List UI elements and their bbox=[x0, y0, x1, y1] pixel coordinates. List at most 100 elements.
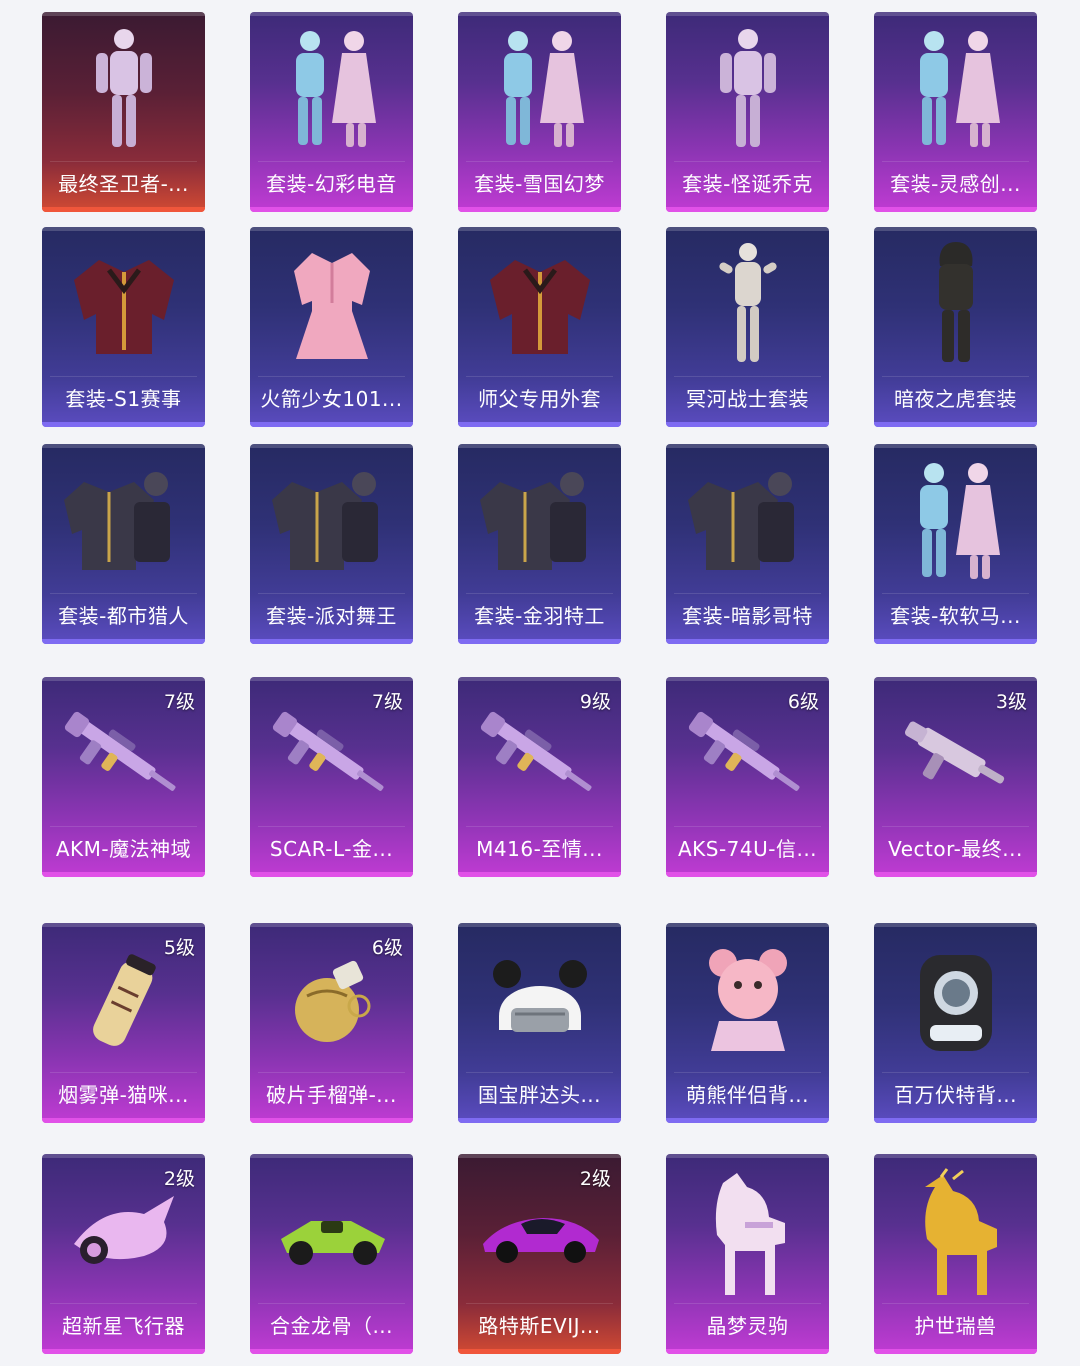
outfit-pair-icon bbox=[458, 20, 621, 160]
item-level: 7级 bbox=[371, 691, 403, 713]
item-label: 国宝胖达头... bbox=[477, 1082, 602, 1107]
item-card[interactable]: 6级 破片手榴弹-... bbox=[250, 923, 413, 1123]
item-label: AKS-74U-信... bbox=[677, 836, 818, 861]
item-row: 套装-都市猎人 套装-派对舞王 套装-金羽特工 套装-暗影哥特 套装-软软马... bbox=[0, 444, 1080, 644]
item-label-bar: 超新星飞行器 bbox=[50, 1303, 197, 1344]
item-card[interactable]: 套装-雪国幻梦 bbox=[458, 12, 621, 212]
item-label: 师父专用外套 bbox=[478, 386, 601, 411]
item-label: 套装-派对舞王 bbox=[266, 603, 397, 628]
item-label-bar: Vector-最终... bbox=[882, 826, 1029, 867]
item-card[interactable]: 护世瑞兽 bbox=[874, 1154, 1037, 1354]
item-label-bar: 冥河战士套装 bbox=[674, 376, 821, 417]
item-label-bar: 套装-软软马... bbox=[882, 593, 1029, 634]
item-label-bar: 国宝胖达头... bbox=[466, 1072, 613, 1113]
item-label: 破片手榴弹-... bbox=[266, 1082, 397, 1107]
outfit-bundle-icon bbox=[666, 452, 829, 592]
item-label-bar: 晶梦灵驹 bbox=[674, 1303, 821, 1344]
item-label: 套装-幻彩电音 bbox=[266, 171, 397, 196]
item-label: 萌熊伴侣背... bbox=[685, 1082, 810, 1107]
outfit-pair-icon bbox=[874, 20, 1037, 160]
jacket-icon bbox=[458, 235, 621, 375]
item-card[interactable]: 套装-金羽特工 bbox=[458, 444, 621, 644]
item-label-bar: 套装-金羽特工 bbox=[466, 593, 613, 634]
outfit-pair-icon bbox=[874, 452, 1037, 592]
item-card[interactable]: 套装-暗影哥特 bbox=[666, 444, 829, 644]
item-label-bar: 烟雾弹-猫咪... bbox=[50, 1072, 197, 1113]
item-card[interactable]: 晶梦灵驹 bbox=[666, 1154, 829, 1354]
item-label: 烟雾弹-猫咪... bbox=[58, 1082, 189, 1107]
item-card[interactable]: 套装-都市猎人 bbox=[42, 444, 205, 644]
item-card[interactable]: 2级 路特斯EVIJ... bbox=[458, 1154, 621, 1354]
item-card[interactable]: 套装-S1赛事 bbox=[42, 227, 205, 427]
item-card[interactable]: 套装-幻彩电音 bbox=[250, 12, 413, 212]
item-label-bar: 百万伏特背... bbox=[882, 1072, 1029, 1113]
item-card[interactable]: 6级 AKS-74U-信... bbox=[666, 677, 829, 877]
item-label-bar: M416-至情... bbox=[466, 826, 613, 867]
item-level: 7级 bbox=[163, 691, 195, 713]
item-label-bar: 护世瑞兽 bbox=[882, 1303, 1029, 1344]
item-label: 套装-S1赛事 bbox=[65, 386, 182, 411]
item-label-bar: AKM-魔法神域 bbox=[50, 826, 197, 867]
item-card[interactable]: 百万伏特背... bbox=[874, 923, 1037, 1123]
item-card[interactable]: 2级超新星飞行器 bbox=[42, 1154, 205, 1354]
item-label-bar: 火箭少女101... bbox=[258, 376, 405, 417]
item-card[interactable]: 合金龙骨（... bbox=[250, 1154, 413, 1354]
item-label-bar: 破片手榴弹-... bbox=[258, 1072, 405, 1113]
item-label: 合金龙骨（... bbox=[269, 1313, 394, 1338]
item-card[interactable]: 火箭少女101... bbox=[250, 227, 413, 427]
item-card[interactable]: 套装-怪诞乔克 bbox=[666, 12, 829, 212]
item-label: 套装-灵感创... bbox=[890, 171, 1021, 196]
outfit-character-icon bbox=[42, 20, 205, 160]
item-label-bar: 套装-都市猎人 bbox=[50, 593, 197, 634]
item-label: 护世瑞兽 bbox=[914, 1313, 997, 1338]
item-label-bar: SCAR-L-金... bbox=[258, 826, 405, 867]
item-label: 冥河战士套装 bbox=[686, 386, 809, 411]
item-card[interactable]: 7级 SCAR-L-金... bbox=[250, 677, 413, 877]
item-label: 套装-软软马... bbox=[890, 603, 1021, 628]
item-row: 套装-S1赛事 火箭少女101... 师父专用外套 冥河战士套装 暗夜之虎套装 bbox=[0, 227, 1080, 427]
item-card[interactable]: 5级烟雾弹-猫咪... bbox=[42, 923, 205, 1123]
horse-icon bbox=[666, 1162, 829, 1302]
item-card[interactable]: 套装-软软马... bbox=[874, 444, 1037, 644]
outfit-bundle-icon bbox=[42, 452, 205, 592]
dress-icon bbox=[250, 235, 413, 375]
item-label-bar: 萌熊伴侣背... bbox=[674, 1072, 821, 1113]
item-label-bar: 最终圣卫者-... bbox=[50, 161, 197, 202]
item-label-bar: 套装-雪国幻梦 bbox=[466, 161, 613, 202]
item-row: 5级烟雾弹-猫咪... 6级 破片手榴弹-... 国宝胖达头... 萌熊伴侣背... 百万… bbox=[0, 923, 1080, 1123]
panda-helmet-icon bbox=[458, 931, 621, 1071]
item-card[interactable]: 暗夜之虎套装 bbox=[874, 227, 1037, 427]
item-label-bar: 套装-幻彩电音 bbox=[258, 161, 405, 202]
jacket-icon bbox=[42, 235, 205, 375]
item-card[interactable]: 9级 M416-至情... bbox=[458, 677, 621, 877]
item-label-bar: 合金龙骨（... bbox=[258, 1303, 405, 1344]
item-label: 火箭少女101... bbox=[260, 386, 403, 411]
item-card[interactable]: 最终圣卫者-... bbox=[42, 12, 205, 212]
item-card[interactable]: 3级 Vector-最终... bbox=[874, 677, 1037, 877]
item-label: 暗夜之虎套装 bbox=[894, 386, 1017, 411]
item-label-bar: 暗夜之虎套装 bbox=[882, 376, 1029, 417]
item-label: AKM-魔法神域 bbox=[55, 836, 192, 861]
item-card[interactable]: 套装-灵感创... bbox=[874, 12, 1037, 212]
item-card[interactable]: 套装-派对舞王 bbox=[250, 444, 413, 644]
item-row: 2级 超新星飞行器 合金龙骨（... 2级 路特斯EVIJ... 晶梦灵驹 护世瑞兽 bbox=[0, 1154, 1080, 1354]
golden-beast-icon bbox=[874, 1162, 1037, 1302]
item-card[interactable]: 师父专用外套 bbox=[458, 227, 621, 427]
item-label: 路特斯EVIJ... bbox=[478, 1313, 601, 1338]
item-card[interactable]: 冥河战士套装 bbox=[666, 227, 829, 427]
item-label-bar: 套装-S1赛事 bbox=[50, 376, 197, 417]
item-label: 套装-金羽特工 bbox=[474, 603, 605, 628]
item-card[interactable]: 7级 AKM-魔法神域 bbox=[42, 677, 205, 877]
item-label: 百万伏特背... bbox=[893, 1082, 1018, 1107]
item-card[interactable]: 国宝胖达头... bbox=[458, 923, 621, 1123]
mummy-figure-icon bbox=[666, 235, 829, 375]
item-card[interactable]: 萌熊伴侣背... bbox=[666, 923, 829, 1123]
item-level: 5级 bbox=[163, 937, 195, 959]
item-level: 2级 bbox=[163, 1168, 195, 1190]
item-label-bar: 套装-暗影哥特 bbox=[674, 593, 821, 634]
item-row: 最终圣卫者-... 套装-幻彩电音 套装-雪国幻梦 套装-怪诞乔克 套装-灵感创... bbox=[0, 12, 1080, 212]
bear-backpack-icon bbox=[666, 931, 829, 1071]
item-row: 7级 AKM-魔法神域 7级 SCAR-L-金... 9级 M416-至情... 6级 AKS… bbox=[0, 677, 1080, 877]
race-car-icon bbox=[250, 1162, 413, 1302]
item-label-bar: 套装-灵感创... bbox=[882, 161, 1029, 202]
